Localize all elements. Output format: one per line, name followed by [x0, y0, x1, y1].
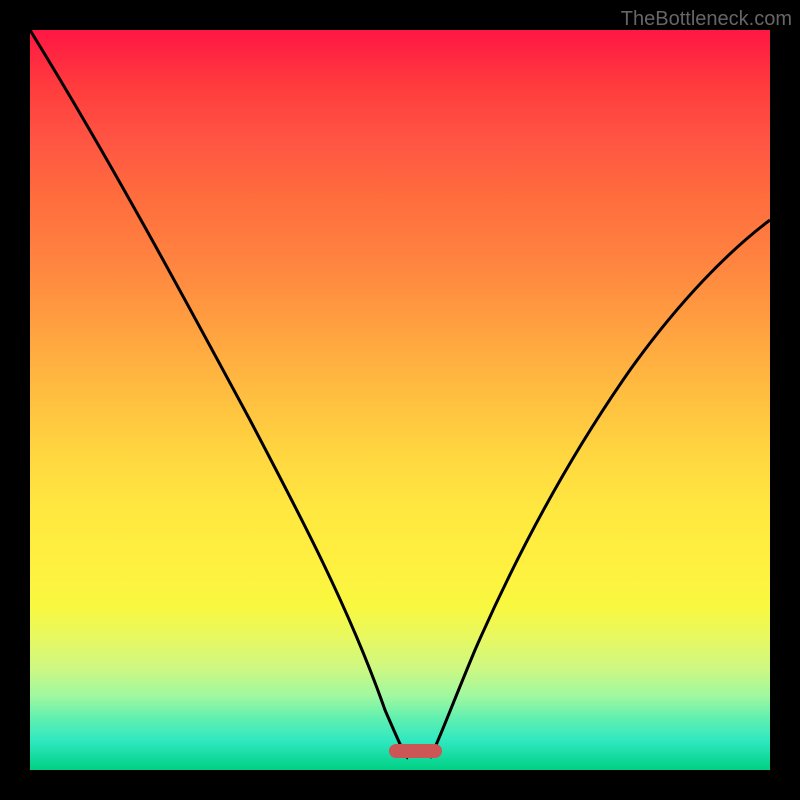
bottleneck-curve-overlay [30, 30, 770, 770]
bottleneck-chart [30, 30, 770, 770]
optimal-zone-marker [389, 744, 442, 758]
watermark-text: TheBottleneck.com [621, 8, 792, 31]
curve-right-branch [430, 220, 770, 758]
curve-left-branch [30, 30, 408, 758]
